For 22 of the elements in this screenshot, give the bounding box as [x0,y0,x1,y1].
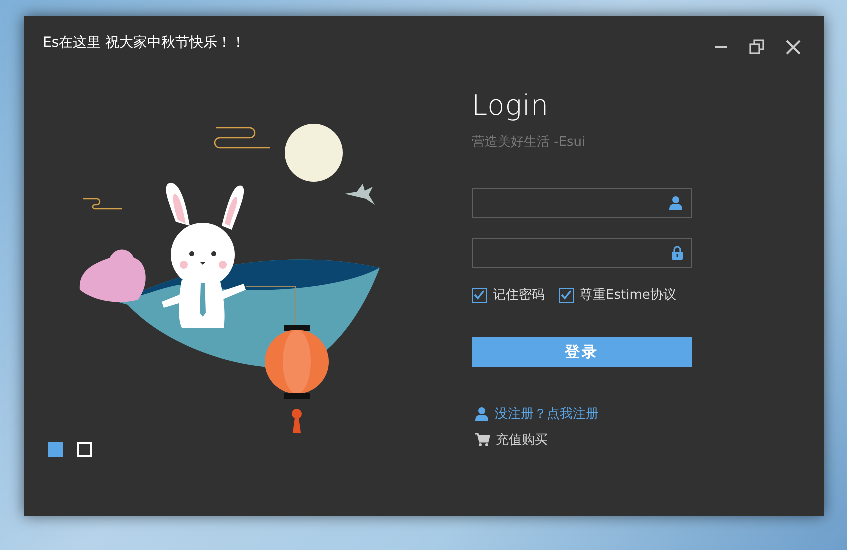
cart-icon [475,433,490,447]
register-link[interactable]: 没注册？点我注册 [495,405,599,423]
checkbox-label: 记住密码 [493,287,545,304]
lock-icon [672,246,683,260]
login-button[interactable]: 登录 [472,337,692,367]
login-heading: Login [472,89,550,123]
restore-button[interactable] [748,38,766,56]
restore-icon [749,39,765,55]
checkbox-label: 尊重Estime协议 [580,287,676,304]
window-title: Es在这里 祝大家中秋节快乐！！ [43,34,247,52]
username-field[interactable] [472,188,692,218]
checkbox[interactable] [559,288,574,302]
slide-indicator[interactable] [77,442,92,457]
subtitle: 营造美好生活 -Esui [472,134,587,151]
purchase-link[interactable]: 充值购买 [496,431,548,449]
close-icon [786,40,800,54]
password-field[interactable] [472,238,692,268]
minimize-icon [714,46,728,48]
user-icon [475,407,489,421]
checkbox[interactable] [472,288,487,302]
close-button[interactable] [784,38,802,56]
user-icon [669,196,683,210]
